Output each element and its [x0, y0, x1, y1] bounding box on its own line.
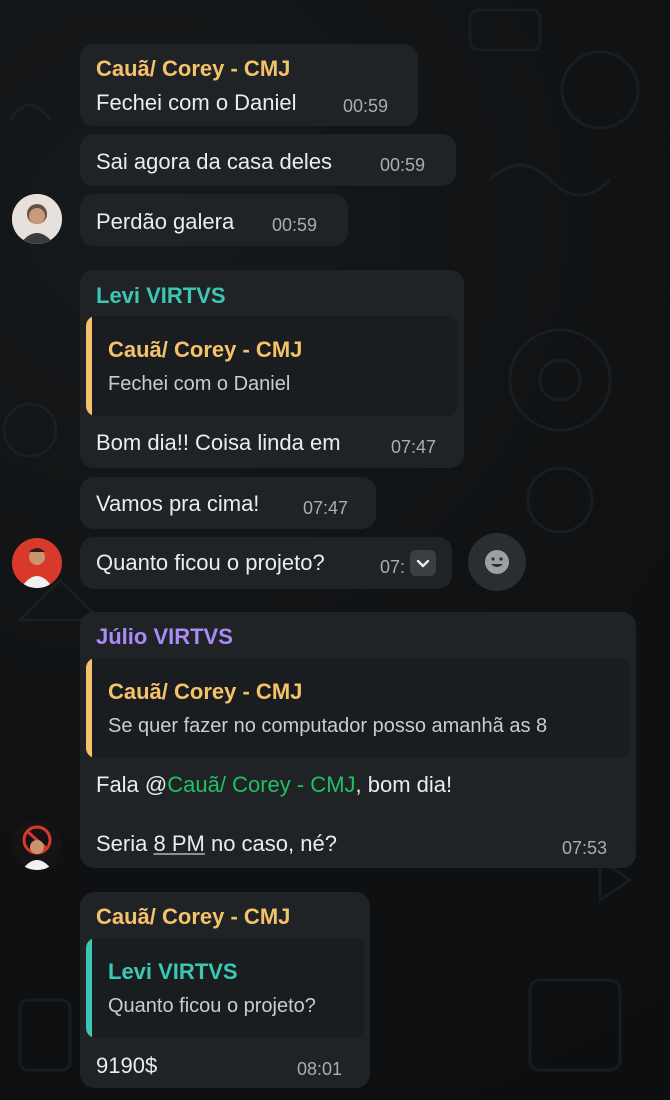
text-segment: no caso, né?	[204, 831, 337, 856]
message-time: 00:59	[272, 215, 318, 235]
quoted-message[interactable]: Cauã/ Corey - CMJ Fechei com o Daniel	[86, 316, 458, 416]
message-bubble[interactable]: Júlio VIRTVS Cauã/ Corey - CMJ Se quer f…	[80, 612, 636, 868]
text-segment: Seria	[96, 831, 154, 856]
quoted-sender: Levi VIRTVS	[108, 959, 238, 984]
react-button[interactable]	[468, 533, 526, 591]
message-bubble[interactable]: Sai agora da casa deles 00:59	[80, 134, 456, 186]
quoted-message[interactable]: Cauã/ Corey - CMJ Se quer fazer no compu…	[86, 658, 630, 758]
message-sender: Cauã/ Corey - CMJ	[96, 56, 291, 81]
message-options-button[interactable]	[410, 550, 436, 576]
message-text: Perdão galera	[96, 209, 235, 234]
quoted-sender: Cauã/ Corey - CMJ	[108, 679, 303, 704]
message-bubble[interactable]: Cauã/ Corey - CMJ Fechei com o Daniel 00…	[80, 44, 418, 126]
time-link[interactable]: 8 PM	[153, 831, 204, 856]
avatar[interactable]	[12, 538, 62, 588]
quoted-text: Fechei com o Daniel	[108, 373, 291, 395]
text-segment: Fala @	[96, 772, 168, 797]
message-text: 9190$	[96, 1053, 158, 1078]
message-sender: Júlio VIRTVS	[96, 624, 233, 649]
avatar[interactable]	[12, 194, 62, 244]
quote-accent-bar	[86, 658, 92, 758]
chat-panel: Cauã/ Corey - CMJ Fechei com o Daniel 00…	[0, 0, 670, 1100]
emoji-react-icon	[485, 550, 509, 574]
message-sender: Levi VIRTVS	[96, 283, 226, 308]
message-time: 07:47	[303, 498, 349, 518]
quote-accent-bar	[86, 938, 92, 1038]
message-bubble[interactable]: Levi VIRTVS Cauã/ Corey - CMJ Fechei com…	[80, 270, 464, 468]
avatar-photo	[12, 538, 62, 588]
quoted-message[interactable]: Levi VIRTVS Quanto ficou o projeto?	[86, 938, 364, 1038]
mention-link[interactable]: Cauã/ Corey - CMJ	[167, 772, 355, 797]
message-text-line: Fala @Cauã/ Corey - CMJ, bom dia!	[96, 772, 452, 798]
message-bubble[interactable]: Cauã/ Corey - CMJ Levi VIRTVS Quanto fic…	[80, 892, 370, 1088]
message-text: Sai agora da casa deles	[96, 149, 333, 174]
message-time: 07:53	[562, 838, 608, 858]
avatar[interactable]	[12, 820, 62, 870]
quoted-text: Quanto ficou o projeto?	[108, 995, 316, 1017]
message-text-line: Seria 8 PM no caso, né?	[96, 831, 337, 857]
quoted-text: Se quer fazer no computador posso amanhã…	[108, 715, 548, 737]
message-time: 07:	[380, 557, 406, 577]
message-bubble[interactable]: Quanto ficou o projeto? 07:	[80, 537, 452, 589]
message-text: Fechei com o Daniel	[96, 90, 297, 115]
message-time: 00:59	[343, 96, 389, 116]
message-time: 07:47	[391, 437, 437, 457]
message-text: Bom dia!! Coisa linda em	[96, 430, 341, 455]
message-bubble[interactable]: Vamos pra cima! 07:47	[80, 477, 376, 529]
quoted-sender: Cauã/ Corey - CMJ	[108, 337, 303, 362]
message-text: Quanto ficou o projeto?	[96, 550, 325, 575]
message-bubble[interactable]: Perdão galera 00:59	[80, 194, 348, 246]
quote-accent-bar	[86, 316, 92, 416]
message-text: Vamos pra cima!	[96, 491, 260, 516]
message-time: 08:01	[297, 1059, 343, 1079]
text-segment: , bom dia!	[355, 772, 453, 797]
chevron-down-icon	[416, 559, 430, 568]
avatar-photo	[12, 820, 62, 870]
message-time: 00:59	[380, 155, 426, 175]
avatar-photo	[12, 194, 62, 244]
message-sender: Cauã/ Corey - CMJ	[96, 904, 291, 929]
